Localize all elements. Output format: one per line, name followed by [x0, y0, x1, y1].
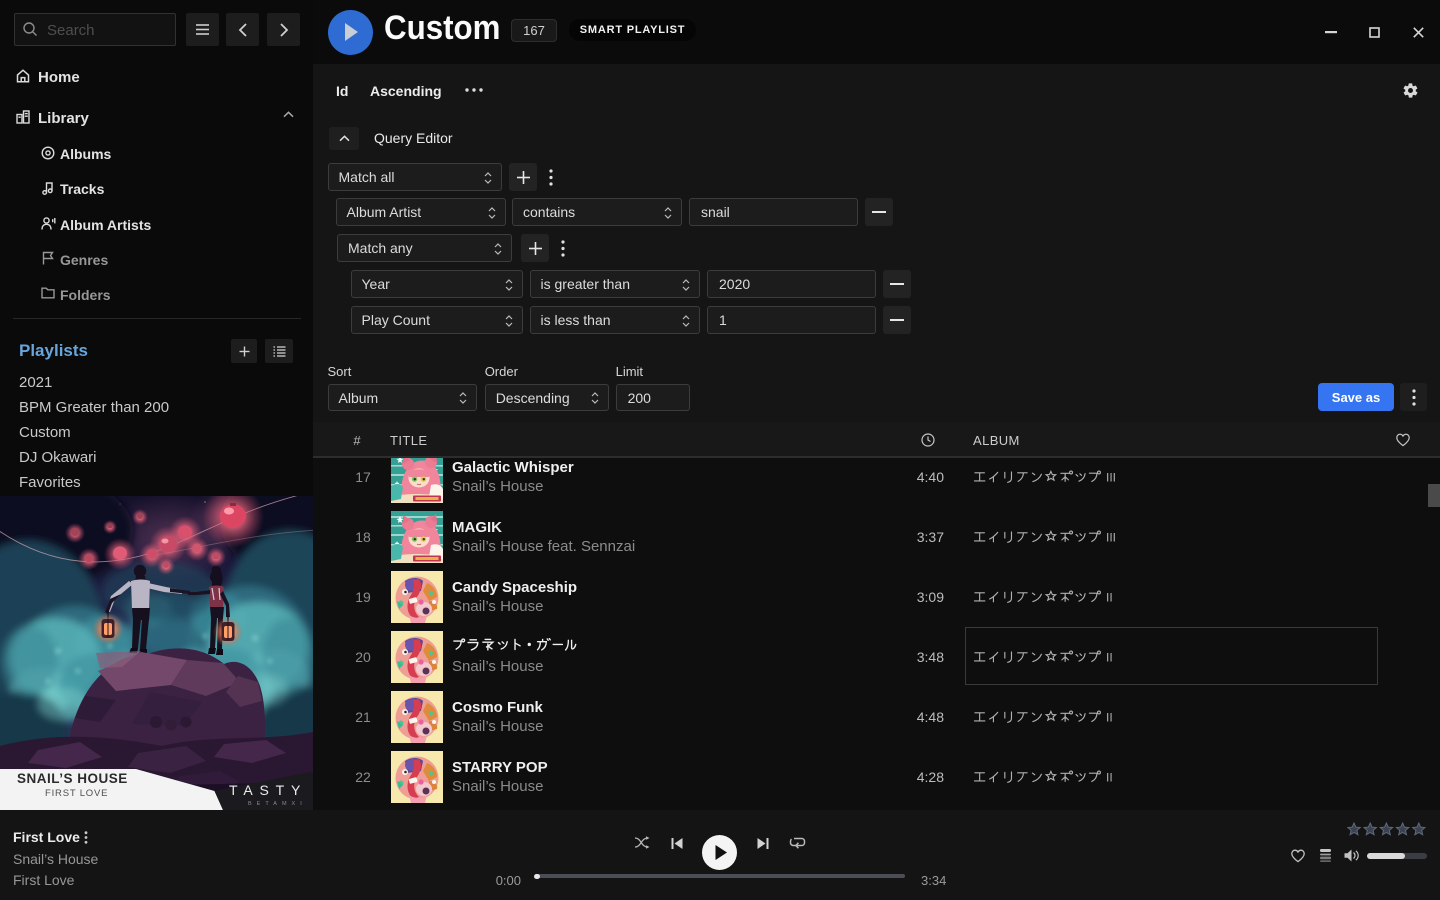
svg-text:SNAIL’S HOUSE: SNAIL’S HOUSE	[17, 771, 128, 786]
svg-text:FIRST LOVE: FIRST LOVE	[45, 788, 108, 799]
svg-text:II: II	[1106, 591, 1113, 605]
svg-text:II: II	[1106, 771, 1113, 785]
svg-text:TASTY: TASTY	[229, 782, 307, 798]
svg-text:II: II	[1106, 711, 1113, 725]
svg-text:III: III	[1106, 531, 1116, 545]
svg-text:II: II	[1106, 651, 1113, 665]
svg-text:III: III	[1106, 471, 1116, 485]
svg-text:BETAMXI: BETAMXI	[248, 801, 307, 807]
